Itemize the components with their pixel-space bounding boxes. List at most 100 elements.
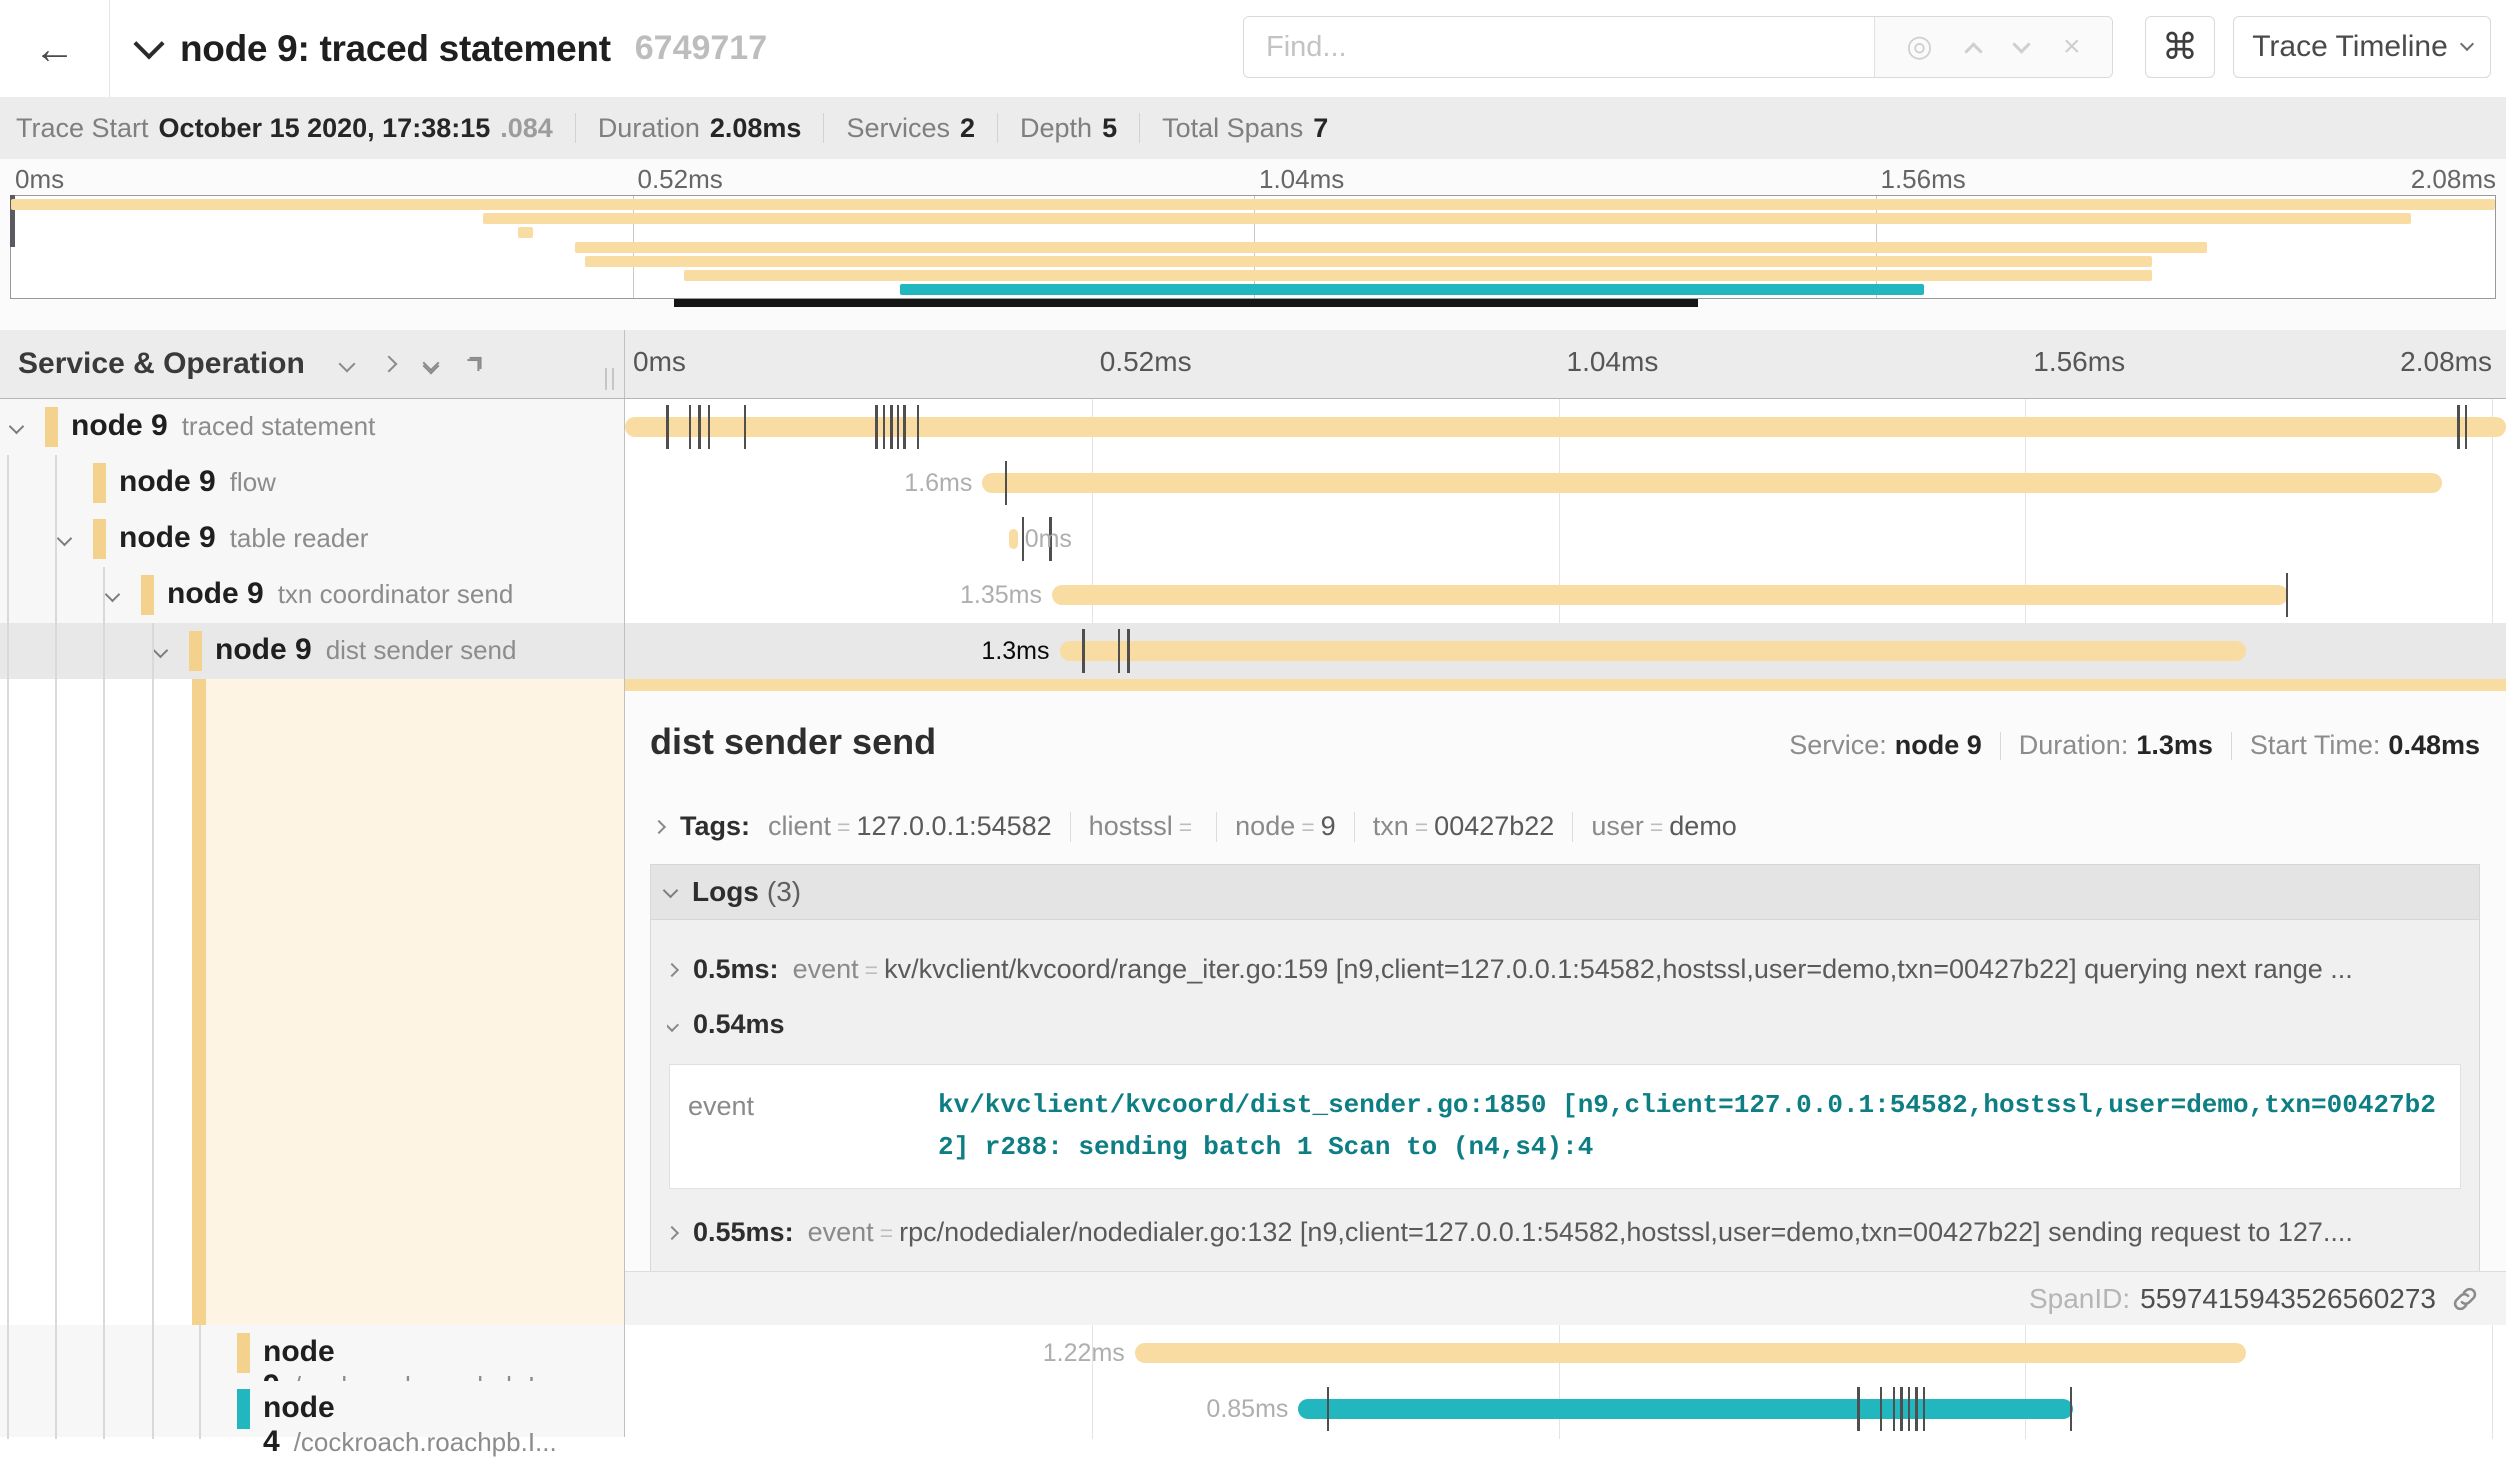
link-icon[interactable] <box>2450 1284 2480 1314</box>
span-bar[interactable] <box>1052 585 2288 605</box>
summary-value-suffix: .084 <box>500 113 553 144</box>
expand-all-icon[interactable] <box>465 354 484 373</box>
log-field-key: event <box>808 1217 874 1248</box>
span-row-track[interactable]: 1.35ms <box>625 567 2506 623</box>
separator <box>997 113 998 143</box>
span-service-name: node 9dist sender send <box>215 633 516 667</box>
span-rows: node 9traced statementnode 9flow1.6msnod… <box>0 399 2506 1439</box>
timeline-header: Service & Operation 0ms0.52ms1.04ms1.56m… <box>0 330 2506 399</box>
meta-value: node 9 <box>1895 730 1982 761</box>
span-row-sidebar[interactable]: node 9flow <box>0 455 625 511</box>
span-bar[interactable] <box>1060 641 2247 661</box>
expand-one-icon[interactable] <box>380 356 397 373</box>
logs-header[interactable]: Logs(3) <box>651 865 2479 920</box>
tag-item: user=demo <box>1591 811 1737 842</box>
log-field-value: kv/kvclient/kvcoord/range_iter.go:159 [n… <box>884 954 2353 985</box>
summary-label: Total Spans <box>1162 113 1303 144</box>
meta-label: Start Time: <box>2250 730 2381 761</box>
span-duration-label: 1.35ms <box>960 581 1042 610</box>
separator <box>823 113 824 143</box>
span-tree-chevron-icon[interactable] <box>11 419 22 437</box>
tag-key: user <box>1591 811 1644 841</box>
log-entry[interactable]: 0.54ms <box>667 1009 2463 1040</box>
span-row-sidebar[interactable]: node 9txn coordinator send <box>0 567 625 623</box>
clear-find-icon[interactable]: × <box>2063 32 2081 62</box>
span-row[interactable]: node 9table reader0ms <box>0 511 2506 567</box>
trace-view-dropdown[interactable]: Trace Timeline <box>2233 16 2491 78</box>
prev-match-icon[interactable] <box>1965 42 1983 60</box>
span-row[interactable]: node 9/cockroach.roachpb.I...1.22ms <box>0 1325 2506 1381</box>
log-marker <box>698 405 701 449</box>
axis-tick-label: 2.08ms <box>2400 346 2492 378</box>
log-marker <box>1923 1387 1926 1431</box>
span-tree-chevron-icon[interactable] <box>107 587 118 605</box>
span-bar[interactable] <box>1009 529 1018 549</box>
minimap-span-bar <box>684 270 2152 281</box>
axis-tick-label: 0.52ms <box>1100 346 1192 378</box>
tag-key: hostssl <box>1089 811 1173 841</box>
log-timestamp: 0.5ms: <box>693 954 779 985</box>
tags-row[interactable]: Tags:client=127.0.0.1:54582hostssl=node=… <box>650 811 2480 842</box>
collapse-all-icon[interactable] <box>338 356 355 373</box>
span-row-track[interactable]: 0.85ms <box>625 1381 2506 1437</box>
separator <box>1139 113 1140 143</box>
span-bar[interactable] <box>625 417 2506 437</box>
span-color-accent <box>237 1389 250 1429</box>
log-timestamp: 0.54ms <box>693 1009 785 1040</box>
next-match-icon[interactable] <box>2013 35 2031 53</box>
equals-sign: = <box>1179 814 1192 840</box>
meta-label: Service: <box>1789 730 1887 761</box>
span-duration-label: 1.6ms <box>904 469 972 498</box>
log-entry[interactable]: 0.55ms:event=rpc/nodedialer/nodedialer.g… <box>667 1217 2463 1248</box>
locate-icon[interactable]: ◎ <box>1906 32 1932 62</box>
column-resizer[interactable] <box>605 368 614 390</box>
span-row-sidebar[interactable]: node 9table reader <box>0 511 625 567</box>
span-row[interactable]: node 9traced statement <box>0 399 2506 455</box>
equals-sign: = <box>1650 814 1663 840</box>
collapse-deep-icon[interactable] <box>425 357 437 372</box>
span-row-track[interactable] <box>625 399 2506 455</box>
span-service-name: node 9flow <box>119 465 276 499</box>
chevron-right-icon <box>667 1226 679 1240</box>
minimap-span-bar <box>900 284 1923 295</box>
span-row-track[interactable]: 1.6ms <box>625 455 2506 511</box>
minimap-span-bar <box>518 227 533 238</box>
tag-item: hostssl= <box>1089 811 1198 842</box>
log-timestamp: 0.55ms: <box>693 1217 794 1248</box>
minimap-canvas[interactable] <box>10 195 2496 299</box>
find-input[interactable] <box>1244 17 1874 77</box>
tag-value: 9 <box>1321 811 1336 841</box>
span-bar[interactable] <box>1135 1343 2247 1363</box>
summary-label: Services <box>846 113 950 144</box>
span-color-accent <box>141 575 154 615</box>
span-tree-chevron-icon[interactable] <box>59 531 70 549</box>
span-bar[interactable] <box>982 473 2442 493</box>
equals-sign: = <box>1415 814 1428 840</box>
span-row-track[interactable]: 0ms <box>625 511 2506 567</box>
equals-sign: = <box>1301 814 1314 840</box>
span-row-sidebar[interactable]: node 9/cockroach.roachpb.I... <box>0 1325 625 1381</box>
span-operation-name: flow <box>230 467 276 497</box>
back-button[interactable]: ← <box>0 0 110 97</box>
span-row-sidebar[interactable]: node 4/cockroach.roachpb.I... <box>0 1381 625 1437</box>
log-marker <box>1082 629 1085 673</box>
logs-count: (3) <box>767 876 801 908</box>
minimap-scrubber[interactable] <box>674 299 1698 307</box>
log-marker <box>744 405 747 449</box>
keyboard-shortcuts-button[interactable]: ⌘ <box>2145 16 2215 78</box>
log-entry[interactable]: 0.5ms:event=kv/kvclient/kvcoord/range_it… <box>667 954 2463 985</box>
span-row[interactable]: node 9flow 1.6ms <box>0 455 2506 511</box>
span-bar[interactable] <box>1298 1399 2073 1419</box>
span-tree-chevron-icon[interactable] <box>155 643 166 661</box>
span-row-sidebar[interactable]: node 9dist sender send <box>0 623 625 679</box>
span-row[interactable]: node 9dist sender send 1.3ms <box>0 623 2506 679</box>
span-row[interactable]: node 9txn coordinator send 1.35ms <box>0 567 2506 623</box>
span-row-track[interactable]: 1.22ms <box>625 1325 2506 1381</box>
span-row-sidebar[interactable]: node 9traced statement <box>0 399 625 455</box>
minimap-axis-label: 1.56ms <box>1881 164 1966 195</box>
span-row[interactable]: node 4/cockroach.roachpb.I...0.85ms <box>0 1381 2506 1437</box>
trace-minimap: 0ms0.52ms1.04ms1.56ms2.08ms <box>0 159 2506 330</box>
span-row-track[interactable]: 1.3ms <box>625 623 2506 679</box>
log-marker <box>2465 405 2468 449</box>
collapse-trace-chevron-icon[interactable] <box>133 28 164 59</box>
